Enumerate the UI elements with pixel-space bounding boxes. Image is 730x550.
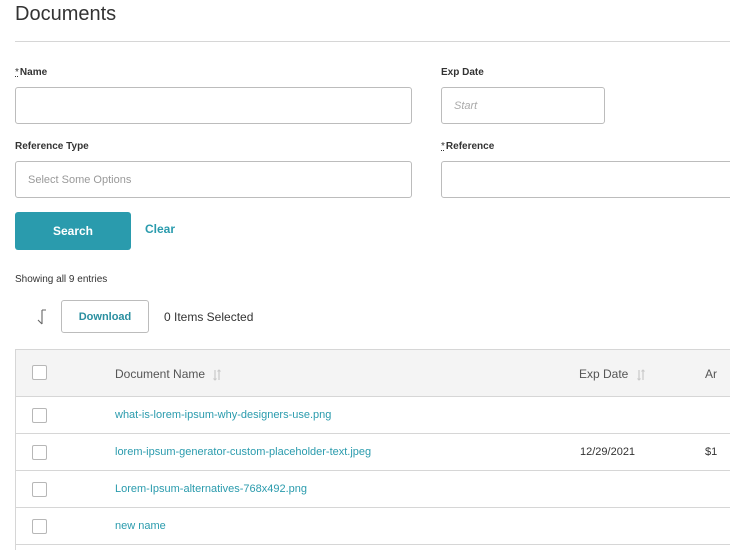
sort-arrows-icon — [636, 369, 645, 381]
table-row: lorem-ipsum-generator-custom-placeholder… — [16, 434, 730, 471]
name-label-text: Name — [19, 67, 48, 78]
clear-link[interactable]: Clear — [145, 222, 175, 236]
required-marker: * — [15, 67, 19, 78]
column-amount[interactable]: Ar — [705, 367, 717, 381]
column-document-name-label: Document Name — [115, 367, 206, 381]
sort-toggle-icon[interactable] — [36, 309, 48, 325]
column-document-name[interactable]: Document Name — [115, 367, 222, 381]
search-button[interactable]: Search — [15, 212, 131, 250]
column-exp-date-label: Exp Date — [579, 367, 629, 381]
reference-label-text: Reference — [445, 141, 495, 152]
document-link[interactable]: new name — [115, 520, 166, 532]
reference-input[interactable] — [441, 161, 730, 198]
reference-label: *Reference — [441, 141, 494, 152]
row-checkbox[interactable] — [32, 445, 47, 460]
required-marker: * — [441, 141, 445, 152]
table-row: what-is-lorem-ipsum-why-designers-use.pn… — [16, 397, 730, 434]
name-label: *Name — [15, 67, 47, 78]
row-checkbox[interactable] — [32, 482, 47, 497]
reference-type-label: Reference Type — [15, 141, 89, 152]
table-row: Lorem-Ipsum-alternatives-768x492.png — [16, 471, 730, 508]
document-link[interactable]: what-is-lorem-ipsum-why-designers-use.pn… — [115, 409, 331, 421]
row-checkbox[interactable] — [32, 519, 47, 534]
reference-type-select[interactable]: Select Some Options — [15, 161, 412, 198]
table-row: new name — [16, 508, 730, 545]
documents-table: Document Name Exp Date Ar what-is-lorem-… — [15, 349, 730, 550]
exp-date-placeholder: Start — [454, 99, 478, 112]
column-exp-date[interactable]: Exp Date — [579, 367, 646, 381]
items-selected-count: 0 Items Selected — [164, 310, 254, 324]
row-exp-date: 12/29/2021 — [580, 446, 636, 458]
row-amount: $1 — [705, 446, 718, 458]
reference-type-placeholder: Select Some Options — [28, 173, 132, 186]
page-title: Documents — [15, 3, 117, 25]
table-header: Document Name Exp Date Ar — [16, 349, 730, 397]
name-input[interactable] — [15, 87, 412, 124]
exp-date-start-input[interactable]: Start — [441, 87, 605, 124]
entries-count: Showing all 9 entries — [15, 274, 108, 285]
download-button[interactable]: Download — [61, 300, 149, 333]
select-all-checkbox[interactable] — [32, 365, 47, 380]
documents-page: Documents *Name Exp Date Start Reference… — [0, 0, 730, 550]
document-link[interactable]: lorem-ipsum-generator-custom-placeholder… — [115, 446, 371, 458]
title-divider — [15, 41, 730, 42]
row-checkbox[interactable] — [32, 408, 47, 423]
sort-arrows-icon — [213, 369, 222, 381]
document-link[interactable]: Lorem-Ipsum-alternatives-768x492.png — [115, 483, 307, 495]
exp-date-label: Exp Date — [441, 67, 484, 78]
